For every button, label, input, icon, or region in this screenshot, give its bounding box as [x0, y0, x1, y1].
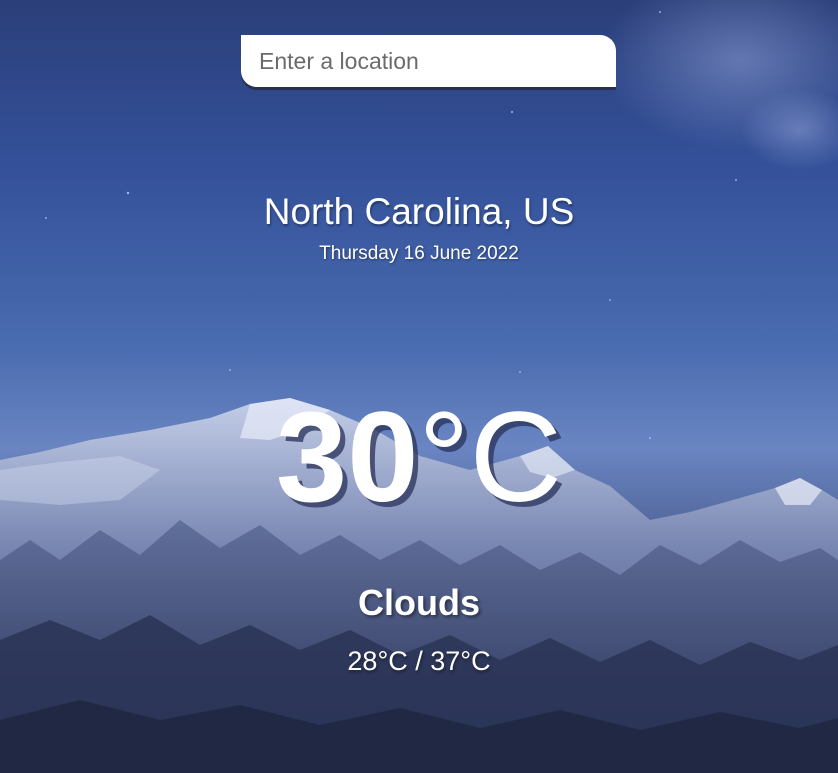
weather-condition: Clouds [358, 582, 480, 623]
temperature-value: 30 [276, 386, 419, 529]
current-date: Thursday 16 June 2022 [319, 243, 519, 264]
temperature-range: 28°C / 37°C [347, 646, 491, 676]
current-temperature: 30°C [0, 386, 838, 529]
location-search-input[interactable] [241, 35, 616, 87]
temperature-unit: °C [418, 386, 562, 529]
location-name: North Carolina, US [263, 191, 575, 232]
